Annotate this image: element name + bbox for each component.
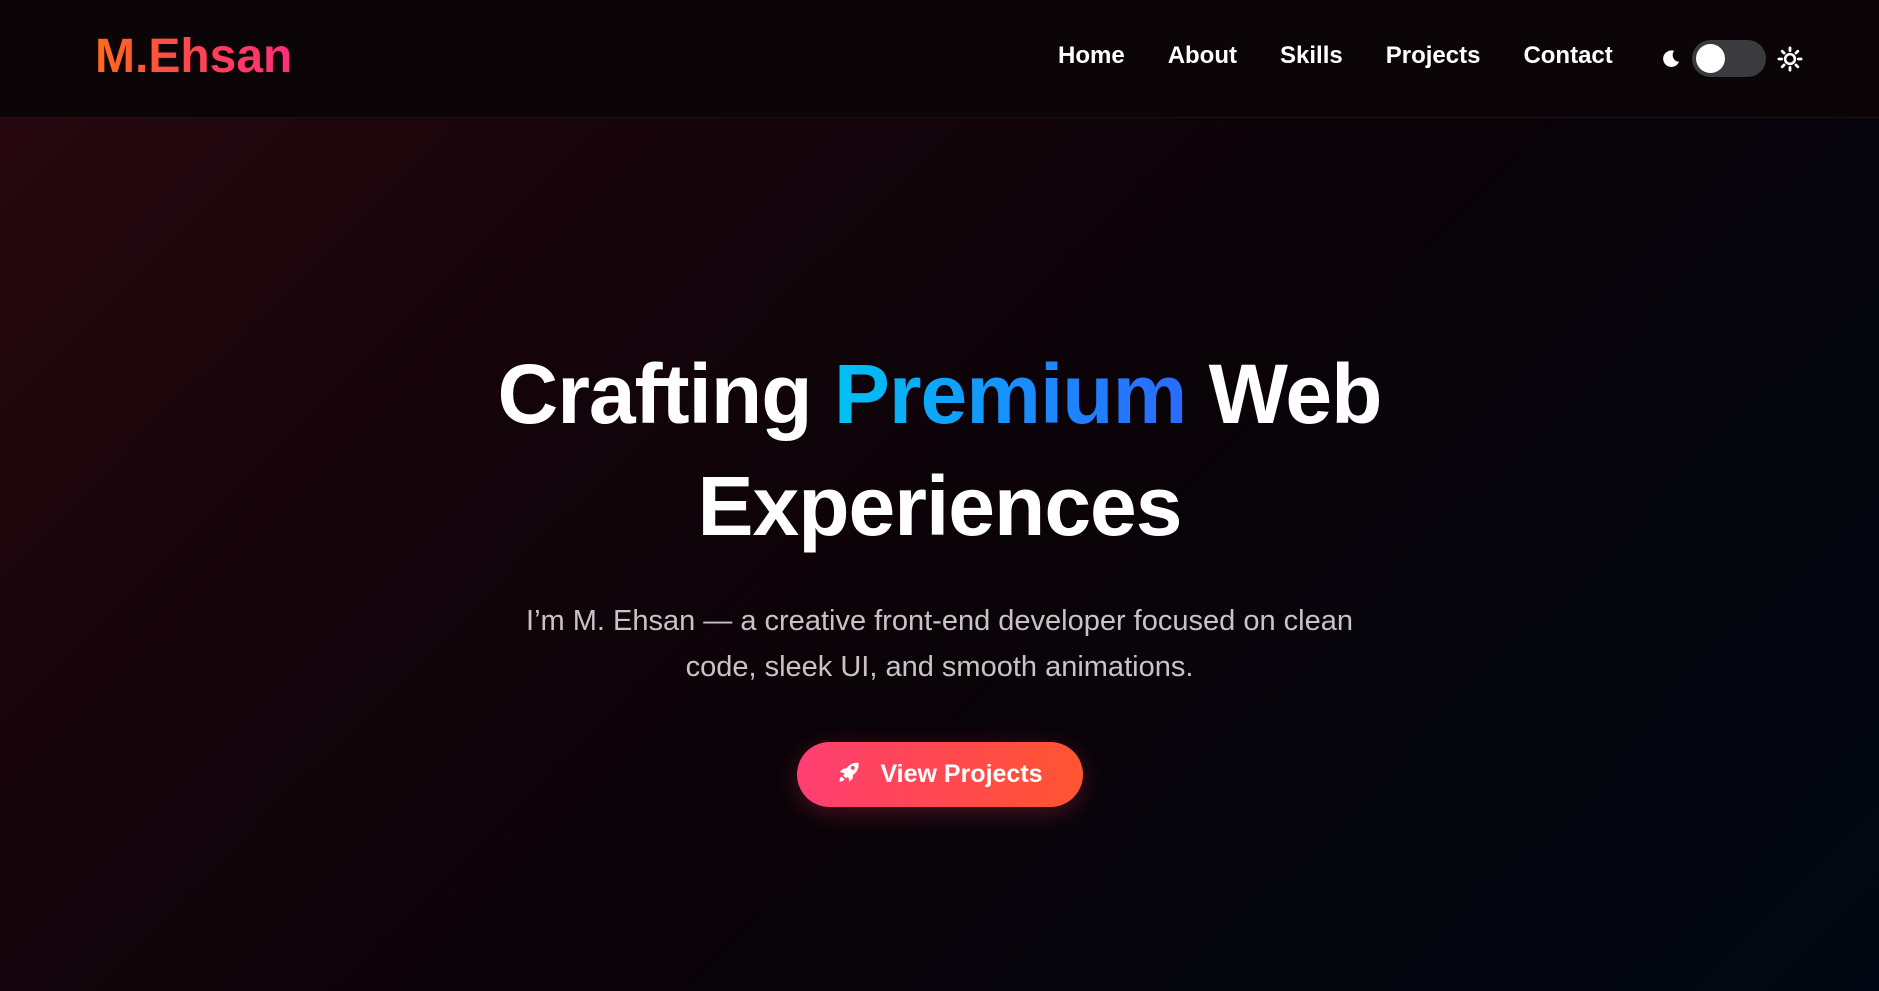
nav-about-link[interactable]: About [1168, 38, 1237, 74]
moon-icon [1660, 48, 1682, 70]
nav-contact-link[interactable]: Contact [1523, 38, 1612, 74]
nav-skills-link[interactable]: Skills [1280, 38, 1343, 74]
site-header: M.Ehsan Home About Skills Projects Conta… [0, 0, 1879, 118]
rocket-icon [836, 759, 862, 790]
sun-icon [1776, 45, 1804, 73]
hero-title-line2: Experiences [697, 459, 1183, 553]
page: M.Ehsan Home About Skills Projects Conta… [0, 0, 1879, 991]
toggle-knob [1696, 44, 1725, 73]
theme-toggle[interactable] [1692, 40, 1766, 77]
nav-projects-link[interactable]: Projects [1386, 38, 1481, 74]
site-logo[interactable]: M.Ehsan [95, 28, 292, 86]
hero-subtitle: I’m M. Ehsan — a creative front-end deve… [526, 605, 1353, 683]
main-nav: Home About Skills Projects Contact [1058, 38, 1613, 74]
hero-title: Crafting Premium Web Experiences [0, 338, 1879, 562]
view-projects-button[interactable]: View Projects [796, 742, 1083, 807]
nav-home-link[interactable]: Home [1058, 38, 1125, 74]
theme-switcher [1660, 40, 1804, 77]
hero-title-part1: Crafting [497, 347, 834, 441]
hero-section: Crafting Premium Web Experiences I’m M. … [0, 118, 1879, 807]
hero-title-part2: Web [1186, 347, 1383, 441]
hero-title-accent: Premium [833, 347, 1187, 441]
view-projects-label: View Projects [880, 760, 1043, 788]
